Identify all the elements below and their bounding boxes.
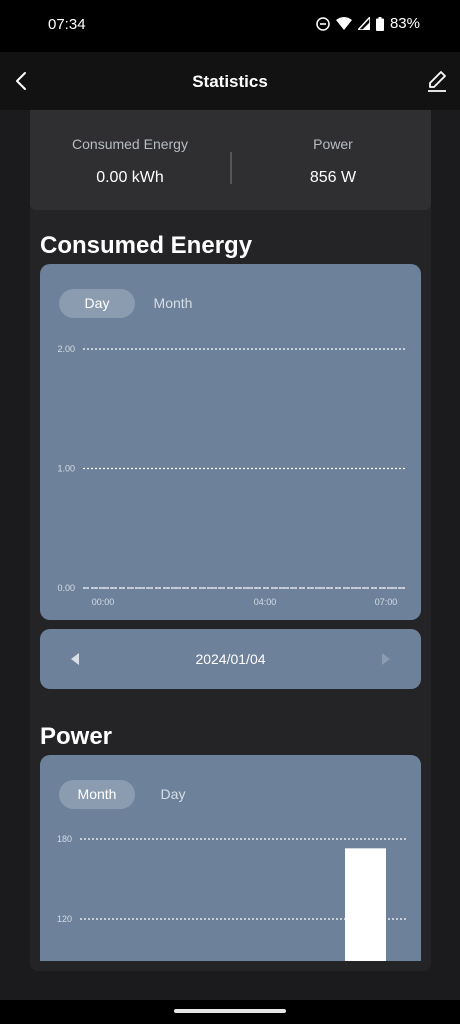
energy-summary-label: Consumed Energy: [72, 136, 188, 152]
do-not-disturb-icon: [316, 16, 330, 31]
signal-icon: [357, 17, 370, 30]
nav-bar: Statistics: [0, 52, 460, 110]
power-bar: [345, 848, 386, 961]
y-tick-label: 120: [57, 914, 72, 924]
energy-chart-card: Day Month 2.00 1.00 0.00 00:00 04:00 07:00: [40, 264, 421, 620]
energy-summary: Consumed Energy 0.00 kWh: [30, 136, 230, 187]
summary-header: Consumed Energy 0.00 kWh Power 856 W: [30, 110, 431, 210]
selected-date: 2024/01/04: [195, 651, 266, 667]
energy-section-title: Consumed Energy: [40, 232, 253, 259]
power-bar-chart: 180 120: [57, 834, 406, 961]
x-tick-label: 00:00: [92, 597, 115, 607]
battery-percent: 83%: [389, 15, 420, 32]
energy-line-chart: 2.00 1.00 0.00 00:00 04:00 07:00: [57, 344, 406, 607]
page-title: Statistics: [192, 72, 268, 91]
summary-divider: [230, 152, 232, 184]
x-tick-label: 04:00: [254, 597, 277, 607]
next-date-arrow-icon[interactable]: [382, 653, 390, 665]
statistics-panel: Consumed Energy 0.00 kWh Power 856 W Con…: [30, 110, 431, 971]
power-summary-label: Power: [313, 136, 353, 152]
power-summary: Power 856 W: [233, 136, 431, 187]
status-bar: 07:34 83%: [0, 0, 460, 52]
status-icons: 83%: [316, 15, 420, 32]
power-section-title: Power: [40, 723, 113, 750]
y-tick-label: 0.00: [57, 583, 75, 593]
x-tick-label: 07:00: [375, 597, 398, 607]
date-selector: 2024/01/04: [40, 629, 421, 689]
power-summary-value: 856 W: [309, 169, 357, 186]
battery-icon: [375, 16, 384, 31]
home-indicator[interactable]: [174, 1009, 286, 1013]
y-tick-label: 180: [57, 834, 72, 844]
power-chart-card: Month Day 180 120: [40, 755, 421, 961]
energy-summary-value: 0.00 kWh: [96, 169, 164, 186]
screen: 07:34 83% Statistics Consumed Energy 0.0…: [0, 0, 460, 1024]
edit-pencil-icon[interactable]: [424, 68, 450, 94]
wifi-icon: [335, 17, 352, 30]
status-time: 07:34: [48, 16, 86, 33]
y-tick-label: 1.00: [57, 464, 75, 474]
y-tick-label: 2.00: [57, 344, 75, 354]
